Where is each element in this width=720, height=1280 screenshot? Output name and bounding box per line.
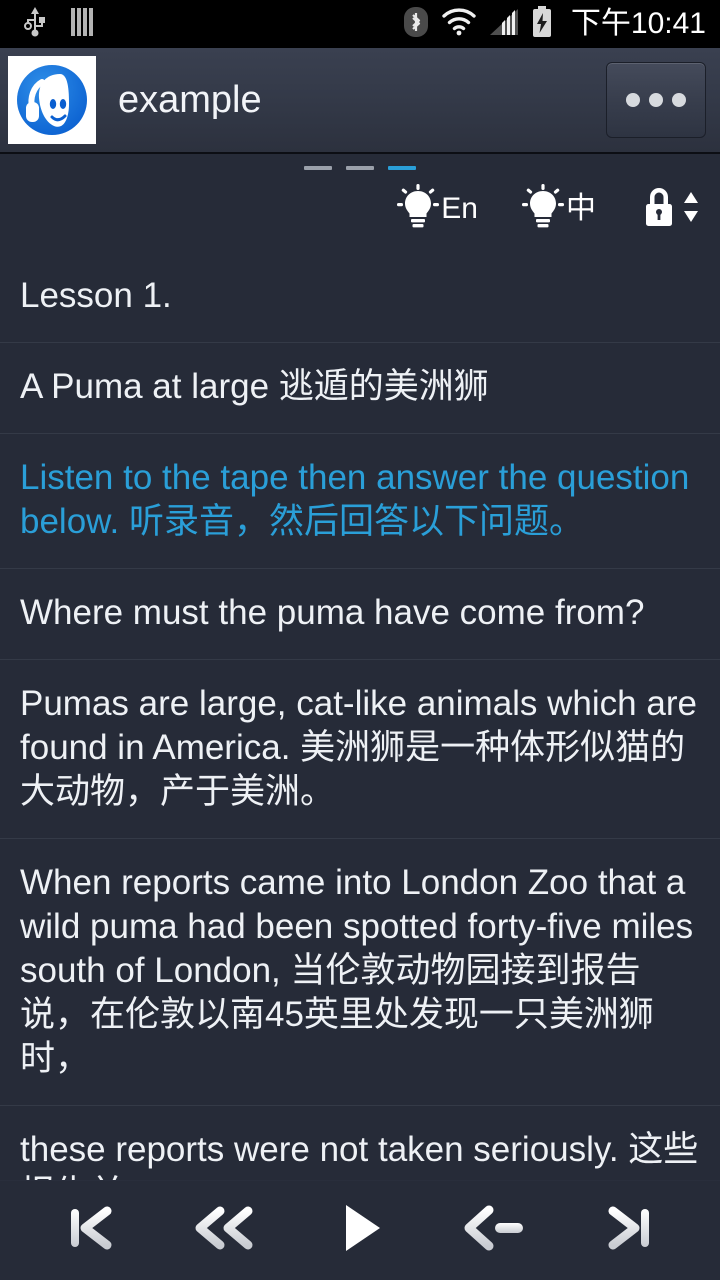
play-button[interactable]	[306, 1189, 414, 1273]
menu-dot-icon	[649, 93, 663, 107]
skip-to-end-button[interactable]	[576, 1189, 684, 1273]
bluetooth-icon	[403, 6, 429, 43]
list-item[interactable]: Listen to the tape then answer the quest…	[0, 434, 720, 569]
status-bar-left-icons	[22, 6, 94, 42]
hint-english-toggle[interactable]: En	[397, 183, 478, 235]
list-item[interactable]: A Puma at large 逃遁的美洲狮	[0, 343, 720, 434]
list-item[interactable]: Pumas are large, cat-like animals which …	[0, 660, 720, 839]
page-indicator[interactable]	[0, 166, 720, 170]
fast-rewind-icon	[188, 1197, 262, 1264]
phone-screen: 下午10:41 example En 中 Lesson 1. A Puma at…	[0, 0, 720, 1280]
play-icon	[332, 1197, 388, 1264]
lesson-text-list[interactable]: Lesson 1. A Puma at large 逃遁的美洲狮 Listen …	[0, 252, 720, 1180]
list-item[interactable]: Where must the puma have come from?	[0, 569, 720, 660]
cellular-signal-icon	[489, 8, 519, 41]
rewind-button[interactable]	[171, 1189, 279, 1273]
status-bar-right-icons: 下午10:41	[403, 5, 706, 43]
page-title: example	[118, 81, 262, 119]
list-item[interactable]: When reports came into London Zoo that a…	[0, 839, 720, 1106]
overflow-menu-button[interactable]	[606, 62, 706, 138]
skip-to-start-button[interactable]	[36, 1189, 144, 1273]
hint-chinese-toggle[interactable]: 中	[522, 183, 596, 235]
headphones-listener-icon[interactable]	[8, 56, 96, 144]
hint-english-label: En	[441, 192, 478, 225]
battery-charging-icon	[531, 5, 553, 43]
lightbulb-icon	[397, 183, 440, 235]
page-dash-3[interactable]	[388, 166, 416, 170]
menu-dot-icon	[672, 93, 686, 107]
status-bar: 下午10:41	[0, 0, 720, 48]
list-item[interactable]: Lesson 1.	[0, 252, 720, 343]
hint-chinese-label: 中	[566, 192, 596, 225]
toolbar-actions: En 中	[397, 183, 702, 235]
lock-icon	[640, 184, 678, 235]
list-item[interactable]: these reports were not taken seriously. …	[0, 1106, 720, 1180]
lock-scroll-toggle[interactable]	[640, 186, 702, 232]
skip-previous-icon	[59, 1197, 121, 1264]
lightbulb-icon	[522, 183, 564, 235]
usb-icon	[22, 6, 48, 42]
app-bar: example	[0, 48, 720, 154]
previous-sentence-button[interactable]	[441, 1189, 549, 1273]
page-dash-1[interactable]	[304, 166, 332, 170]
page-dash-2[interactable]	[346, 166, 374, 170]
menu-dot-icon	[626, 93, 640, 107]
vibrate-bars-icon	[70, 7, 94, 41]
arrow-left-icon	[457, 1197, 533, 1264]
status-bar-clock: 下午10:41	[570, 7, 706, 40]
wifi-icon	[441, 7, 477, 41]
sort-arrows-icon	[680, 186, 702, 233]
skip-next-icon	[599, 1197, 661, 1264]
playback-toolbar	[0, 1180, 720, 1280]
sub-toolbar: En 中	[0, 156, 720, 252]
